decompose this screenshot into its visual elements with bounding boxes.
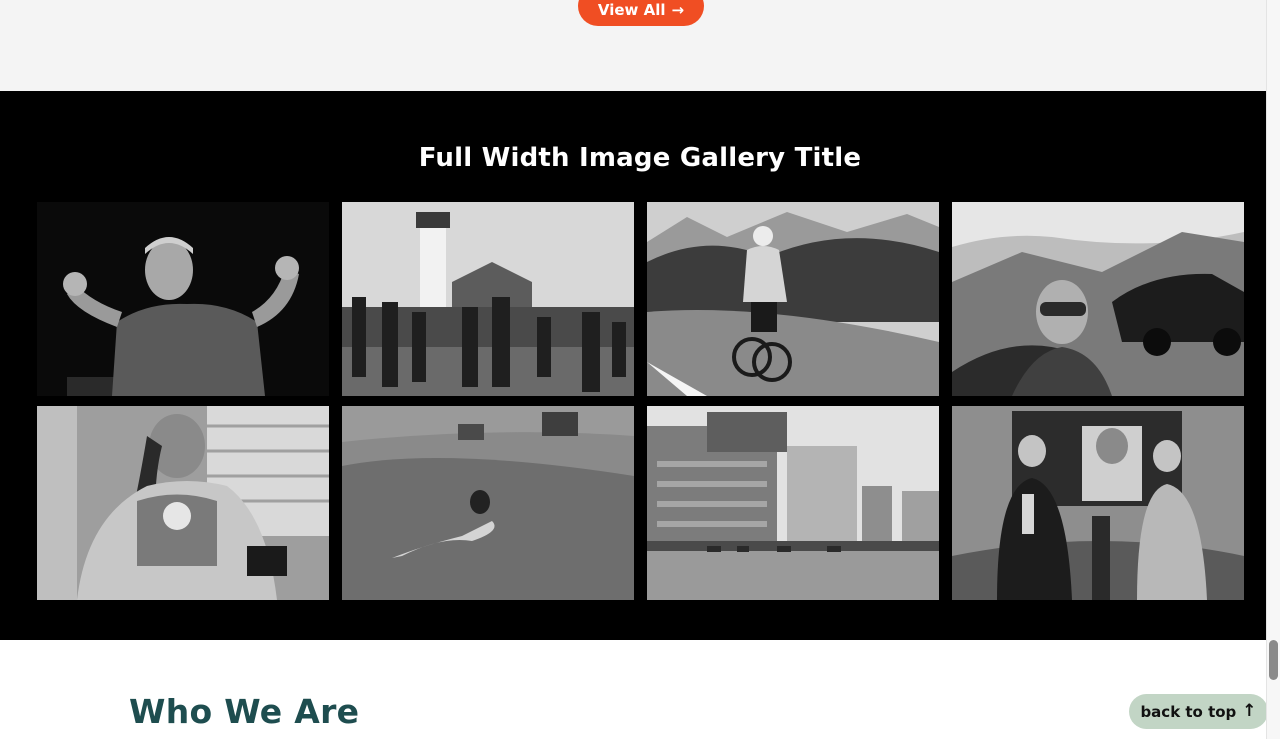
view-all-label: View All [597,1,666,19]
top-band: View All → [0,0,1266,91]
who-we-are-section: Who We Are [0,640,1266,739]
gallery-title: Full Width Image Gallery Title [418,143,862,173]
gallery-image-lighthouse-race[interactable] [342,202,634,396]
gallery-image-mountain-selfie[interactable] [952,202,1244,396]
gallery-image-woman-window[interactable] [37,406,329,600]
scrollbar-thumb[interactable] [1269,640,1278,680]
view-all-button[interactable]: View All → [578,0,704,26]
back-to-top-label: back to top [1140,702,1237,721]
gallery-image-conference-booth[interactable] [952,406,1244,600]
arrow-up-icon: ↑ [1242,701,1257,721]
gallery-image-field-painting[interactable] [342,406,634,600]
who-we-are-title: Who We Are [129,692,360,731]
scrollbar-track[interactable] [1266,0,1280,739]
gallery-image-man-flexing[interactable] [37,202,329,396]
back-to-top-button[interactable]: back to top ↑ [1129,694,1268,729]
gallery-image-mountain-cyclist[interactable] [647,202,939,396]
gallery-image-modern-building[interactable] [647,406,939,600]
image-gallery-section: Full Width Image Gallery Title [0,91,1266,640]
arrow-right-icon: → [671,0,685,19]
page: View All → Full Width Image Gallery Titl… [0,0,1280,739]
